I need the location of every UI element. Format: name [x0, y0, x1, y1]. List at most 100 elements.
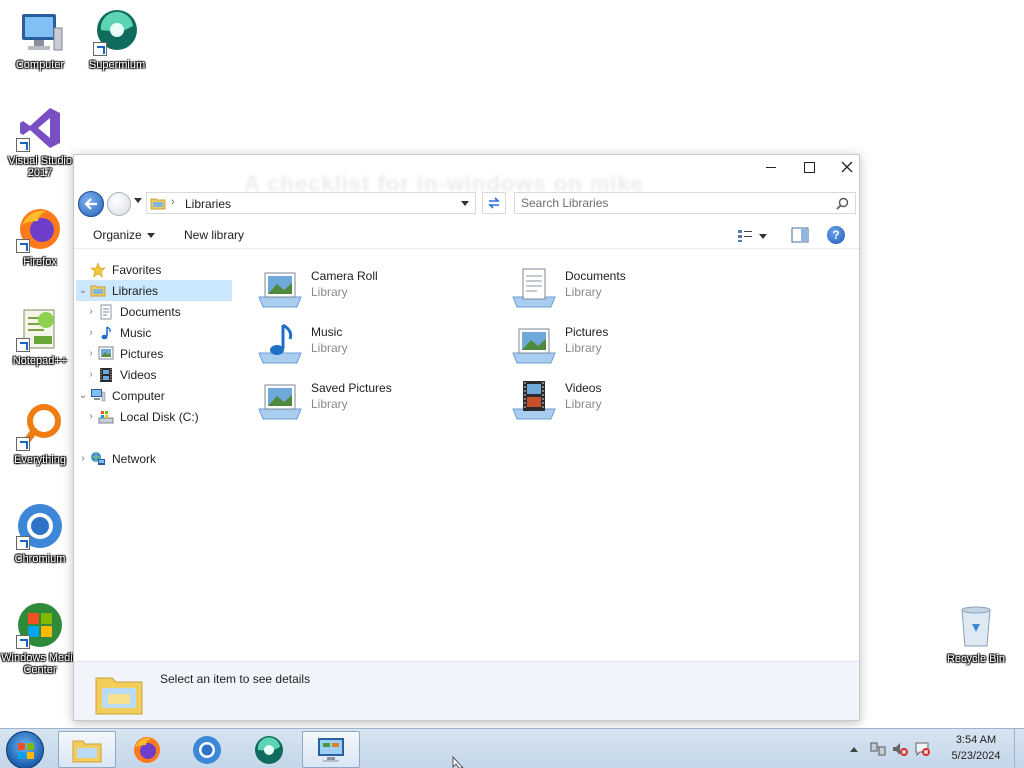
taskbar-firefox[interactable]: [118, 731, 176, 768]
library-item-music[interactable]: Music Library: [249, 317, 489, 367]
nav-item-network[interactable]: › Network: [76, 448, 232, 469]
desktop-icon-computer[interactable]: Computer: [0, 8, 80, 71]
network-tray-icon[interactable]: [870, 741, 886, 757]
nav-item-libraries[interactable]: ⌄ Libraries: [76, 280, 232, 301]
expanded-chevron-icon[interactable]: ⌄: [76, 285, 90, 296]
help-button[interactable]: ?: [827, 226, 845, 244]
address-dropdown-icon[interactable]: [461, 201, 469, 206]
address-bar[interactable]: › Libraries: [146, 192, 476, 214]
recent-locations-dropdown[interactable]: [134, 198, 142, 203]
library-name: Camera Roll: [311, 269, 378, 283]
breadcrumb-separator: ›: [171, 196, 175, 208]
library-item-saved-pictures[interactable]: Saved Pictures Library: [249, 373, 489, 423]
back-button[interactable]: [78, 191, 104, 217]
nav-item-music[interactable]: › Music: [84, 322, 240, 343]
recycle-bin-icon: [952, 602, 1000, 650]
library-type: Library: [311, 285, 348, 299]
everything-icon: [16, 403, 64, 451]
music-library-icon: [258, 323, 302, 364]
search-input[interactable]: [521, 196, 821, 210]
shortcut-arrow-icon: [93, 42, 107, 56]
library-item-pictures[interactable]: Pictures Library: [503, 317, 743, 367]
close-button[interactable]: [828, 155, 866, 179]
taskbar: 3:54 AM 5/23/2024: [0, 728, 1024, 768]
nav-item-videos[interactable]: › Videos: [84, 364, 240, 385]
documents-icon: [98, 304, 116, 320]
collapsed-chevron-icon[interactable]: ›: [76, 453, 90, 464]
search-box[interactable]: [514, 192, 856, 214]
close-icon: [841, 161, 853, 173]
desktop-icon-media-center[interactable]: Windows Media Center: [0, 601, 80, 676]
firefox-icon: [16, 205, 64, 253]
network-icon: [90, 451, 108, 467]
taskbar-file-explorer[interactable]: [58, 731, 116, 768]
organize-button[interactable]: Organize: [93, 228, 155, 242]
nav-item-label: Libraries: [112, 283, 159, 298]
library-item-camera-roll[interactable]: Camera Roll Library: [249, 261, 489, 311]
library-name: Documents: [565, 269, 626, 283]
maximize-button[interactable]: [790, 155, 828, 179]
organize-label: Organize: [93, 228, 142, 242]
desktop-icon-supermium[interactable]: Supermium: [77, 8, 157, 71]
collapsed-chevron-icon[interactable]: ›: [84, 348, 98, 359]
nav-item-label: Local Disk (C:): [120, 409, 199, 424]
expanded-chevron-icon[interactable]: ⌄: [76, 390, 90, 401]
show-hidden-icons-button[interactable]: [850, 746, 858, 752]
nav-item-computer[interactable]: ⌄ Computer: [76, 385, 232, 406]
desktop-icon-visual-studio[interactable]: Visual Studio 2017: [0, 104, 80, 179]
system-tray: [850, 737, 930, 761]
start-button[interactable]: [6, 731, 44, 768]
desktop-icon-notepadpp[interactable]: Notepad++: [0, 304, 80, 367]
clock-time: 3:54 AM: [955, 734, 997, 746]
desktop-icon-label: Windows Media Center: [1, 652, 79, 676]
desktop-icon-everything[interactable]: Everything: [0, 403, 80, 466]
pictures-library-icon: [512, 328, 556, 364]
action-center-icon[interactable]: [914, 741, 930, 757]
nav-item-favorites[interactable]: Favorites: [76, 259, 232, 280]
desktop-icon-recycle-bin[interactable]: Recycle Bin: [936, 602, 1016, 665]
shortcut-arrow-icon: [16, 536, 30, 550]
nav-item-pictures[interactable]: › Pictures: [84, 343, 240, 364]
nav-item-label: Pictures: [120, 346, 164, 361]
shortcut-arrow-icon: [16, 239, 30, 253]
refresh-button[interactable]: [482, 192, 506, 214]
desktop-icon-label: Notepad++: [12, 355, 68, 367]
nav-item-label: Music: [120, 325, 152, 340]
nav-item-local-disk[interactable]: › Local Disk (C:): [84, 406, 240, 427]
taskbar-chromium[interactable]: [178, 731, 236, 768]
show-desktop-button[interactable]: [1014, 729, 1024, 768]
window-titlebar[interactable]: A checklist for in-windows on mike: [74, 155, 859, 196]
collapsed-chevron-icon[interactable]: ›: [84, 306, 98, 317]
firefox-icon: [134, 736, 160, 763]
minimize-button[interactable]: [752, 155, 790, 179]
nav-item-label: Documents: [120, 304, 181, 319]
desktop-icon-chromium[interactable]: Chromium: [0, 502, 80, 565]
library-type: Library: [311, 341, 348, 355]
nav-item-documents[interactable]: › Documents: [84, 301, 240, 322]
collapsed-chevron-icon[interactable]: ›: [84, 327, 98, 338]
mouse-pointer-icon: [452, 756, 464, 768]
command-bar: Organize New library ?: [74, 221, 859, 249]
forward-button[interactable]: [107, 192, 131, 216]
computer-icon: [16, 8, 64, 56]
library-item-documents[interactable]: Documents Library: [503, 261, 743, 311]
taskbar-control-panel[interactable]: [302, 731, 360, 768]
nav-item-label: Videos: [120, 367, 157, 382]
taskbar-clock[interactable]: 3:54 AM 5/23/2024: [945, 732, 1007, 764]
desktop-icon-firefox[interactable]: Firefox: [0, 205, 80, 268]
breadcrumb-libraries[interactable]: Libraries: [185, 197, 231, 211]
star-icon: [90, 261, 108, 278]
library-name: Music: [311, 325, 343, 339]
library-item-videos[interactable]: Videos Library: [503, 373, 743, 423]
back-arrow-icon: [84, 198, 97, 210]
volume-muted-icon[interactable]: [892, 741, 908, 757]
new-library-button[interactable]: New library: [184, 228, 244, 242]
search-icon[interactable]: [836, 197, 849, 210]
collapsed-chevron-icon[interactable]: ›: [84, 411, 98, 422]
collapsed-chevron-icon[interactable]: ›: [84, 369, 98, 380]
navigation-pane: Favorites ⌄ Libraries › Documents › Musi…: [74, 251, 234, 661]
library-type: Library: [565, 341, 602, 355]
taskbar-supermium[interactable]: [240, 731, 298, 768]
preview-pane-button[interactable]: [791, 227, 809, 243]
change-view-button[interactable]: [737, 227, 771, 245]
